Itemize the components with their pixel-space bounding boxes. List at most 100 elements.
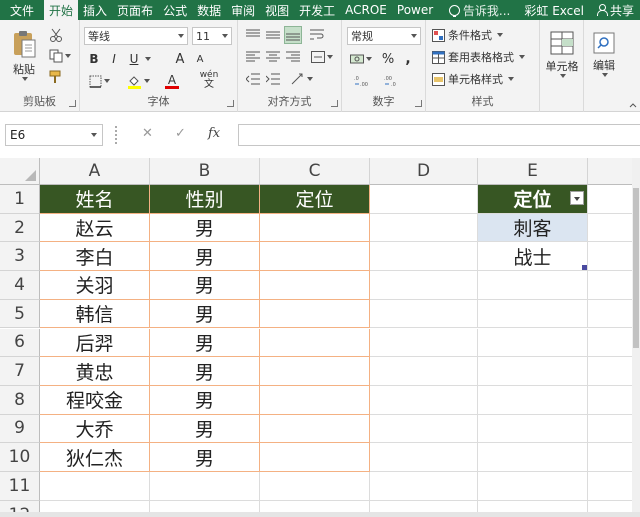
borders-button[interactable] [86, 72, 112, 90]
cell-a2[interactable]: 赵云 [40, 213, 150, 243]
decrease-indent-button[interactable] [244, 70, 262, 88]
cell-a11[interactable] [40, 472, 150, 501]
select-all-button[interactable] [0, 158, 40, 185]
cell-d2[interactable] [370, 213, 478, 243]
cell-d1[interactable] [370, 185, 478, 214]
grow-font-button[interactable]: A [172, 50, 188, 68]
column-header-d[interactable]: D [370, 158, 478, 185]
cell-b6[interactable]: 男 [150, 328, 260, 358]
row-header-10[interactable]: 10 [0, 443, 40, 472]
row-header-11[interactable]: 11 [0, 472, 40, 501]
cell-e11[interactable] [478, 472, 588, 501]
tab-3[interactable]: 页面布 [112, 0, 158, 20]
dialog-launcher-icon[interactable] [415, 100, 422, 107]
dialog-launcher-icon[interactable] [227, 100, 234, 107]
format-painter-button[interactable] [46, 68, 66, 86]
cell-c3[interactable] [260, 242, 370, 272]
conditional-formatting-button[interactable]: 条件格式 [432, 26, 536, 44]
dialog-launcher-icon[interactable] [69, 100, 76, 107]
tab-10[interactable]: Power [392, 0, 438, 20]
cell-c8[interactable] [260, 385, 370, 415]
cell-a8[interactable]: 程咬金 [40, 385, 150, 415]
number-format-select[interactable]: 常规 [347, 27, 421, 45]
tell-me-box[interactable]: 告诉我... [443, 0, 516, 20]
format-as-table-button[interactable]: 套用表格格式 [432, 48, 536, 66]
tab-0[interactable]: 文件 [0, 0, 45, 20]
collapse-ribbon-button[interactable] [628, 100, 638, 110]
cell-d10[interactable] [370, 443, 478, 472]
tab-5[interactable]: 数据 [192, 0, 226, 20]
paste-button[interactable]: 粘贴 [6, 26, 42, 84]
cell-c1[interactable]: 定位 [260, 185, 370, 214]
cell-c9[interactable] [260, 414, 370, 444]
cut-button[interactable] [46, 26, 66, 44]
cell-d4[interactable] [370, 271, 478, 300]
row-header-4[interactable]: 4 [0, 271, 40, 300]
cell-e5[interactable] [478, 299, 588, 329]
column-header-b[interactable]: B [150, 158, 260, 185]
cell-b2[interactable]: 男 [150, 213, 260, 243]
align-right-button[interactable] [284, 48, 302, 66]
formula-input[interactable] [238, 124, 640, 146]
wrap-text-button[interactable] [308, 26, 326, 44]
cell-e3[interactable]: 战士 [478, 242, 588, 272]
align-middle-button[interactable] [264, 26, 282, 44]
name-box[interactable]: E6 [5, 124, 103, 146]
decrease-decimal-button[interactable]: .00.0 [382, 72, 404, 90]
table-resize-handle[interactable] [582, 265, 587, 271]
cell-b8[interactable]: 男 [150, 385, 260, 415]
align-left-button[interactable] [244, 48, 262, 66]
font-size-select[interactable]: 11 [192, 27, 232, 45]
cell-b3[interactable]: 男 [150, 242, 260, 272]
row-header-5[interactable]: 5 [0, 299, 40, 329]
user-name[interactable]: 彩虹 Excel [516, 0, 592, 20]
row-header-9[interactable]: 9 [0, 414, 40, 444]
cell-a9[interactable]: 大乔 [40, 414, 150, 444]
cell-a10[interactable]: 狄仁杰 [40, 443, 150, 472]
cell-b4[interactable]: 男 [150, 271, 260, 300]
increase-indent-button[interactable] [264, 70, 282, 88]
fill-color-button[interactable] [124, 72, 152, 90]
filter-dropdown-icon[interactable] [570, 191, 584, 205]
cell-b9[interactable]: 男 [150, 414, 260, 444]
cell-c2[interactable] [260, 213, 370, 243]
tab-6[interactable]: 审阅 [226, 0, 260, 20]
merge-center-button[interactable] [308, 48, 336, 66]
align-bottom-button[interactable] [284, 26, 302, 44]
cell-c4[interactable] [260, 271, 370, 300]
tab-2[interactable]: 插入 [78, 0, 112, 20]
cell-c7[interactable] [260, 357, 370, 386]
cell-c5[interactable] [260, 299, 370, 329]
cell-b10[interactable]: 男 [150, 443, 260, 472]
cell-a4[interactable]: 关羽 [40, 271, 150, 300]
cells-button[interactable]: 单元格 [542, 26, 582, 82]
row-header-3[interactable]: 3 [0, 242, 40, 272]
insert-function-icon[interactable]: fx [208, 126, 220, 141]
cell-d8[interactable] [370, 385, 478, 415]
enter-icon[interactable]: ✓ [175, 126, 186, 141]
cell-e6[interactable] [478, 328, 588, 358]
cell-b5[interactable]: 男 [150, 299, 260, 329]
cell-c6[interactable] [260, 328, 370, 358]
cell-d5[interactable] [370, 299, 478, 329]
accounting-format-button[interactable] [347, 50, 375, 68]
cell-b1[interactable]: 性别 [150, 185, 260, 214]
cell-c10[interactable] [260, 443, 370, 472]
column-header-a[interactable]: A [40, 158, 150, 185]
italic-button[interactable]: I [106, 50, 122, 68]
row-header-8[interactable]: 8 [0, 385, 40, 415]
cell-d9[interactable] [370, 414, 478, 444]
cell-e10[interactable] [478, 443, 588, 472]
row-header-1[interactable]: 1 [0, 185, 40, 214]
tab-7[interactable]: 视图 [260, 0, 294, 20]
comma-button[interactable]: , [400, 50, 416, 68]
column-header-e[interactable]: E [478, 158, 588, 185]
cell-e7[interactable] [478, 357, 588, 386]
cell-b11[interactable] [150, 472, 260, 501]
copy-button[interactable] [46, 47, 74, 65]
cell-a7[interactable]: 黄忠 [40, 357, 150, 386]
share-button[interactable]: 共享 [592, 0, 640, 20]
phonetic-button[interactable]: wén 文 [194, 70, 224, 90]
bold-button[interactable]: B [86, 50, 102, 68]
underline-button[interactable]: U [126, 50, 142, 68]
